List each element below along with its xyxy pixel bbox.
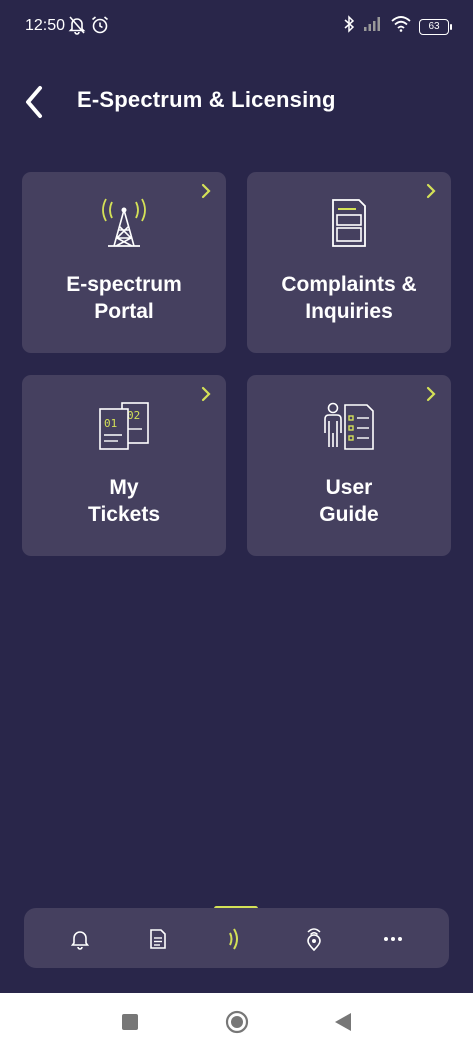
user-guide-icon — [324, 402, 374, 450]
battery-icon: 63 — [419, 18, 452, 35]
status-time: 12:50 — [25, 17, 66, 34]
more-icon — [384, 937, 402, 941]
header: E-Spectrum & Licensing — [0, 72, 473, 132]
home-circle-icon — [225, 1010, 249, 1034]
home-button[interactable] — [225, 1010, 249, 1034]
bell-icon — [70, 931, 90, 950]
tickets-icon: 02 01 — [99, 402, 149, 450]
chevron-right-icon — [426, 183, 436, 199]
chevron-right-icon — [201, 386, 211, 402]
location-signal-icon — [307, 928, 321, 952]
my-tickets-card[interactable]: 02 01 My Tickets — [22, 375, 226, 556]
recents-button[interactable] — [118, 1010, 142, 1034]
document-icon — [332, 199, 366, 247]
system-nav-bar — [0, 993, 473, 1050]
card-label-line2: Portal — [94, 300, 154, 323]
svg-text:01: 01 — [104, 417, 117, 430]
signal-icon — [363, 16, 383, 37]
bottom-nav — [24, 908, 449, 968]
signal-wave-icon — [229, 928, 238, 950]
system-back-button[interactable] — [331, 1010, 355, 1034]
card-label-line1: E-spectrum — [66, 273, 182, 296]
card-label-line1: My — [109, 476, 139, 499]
alarm-icon — [90, 15, 110, 40]
card-label-line2: Guide — [319, 503, 379, 526]
card-label-line1: Complaints & — [281, 273, 417, 296]
radio-tower-icon — [102, 198, 146, 247]
chevron-left-icon — [26, 86, 42, 118]
chevron-right-icon — [201, 183, 211, 199]
document-icon — [150, 929, 166, 949]
back-triangle-icon — [335, 1013, 351, 1031]
nav-spectrum[interactable] — [221, 924, 251, 954]
chevron-right-icon — [426, 386, 436, 402]
status-bar: 12:50 63 — [0, 0, 473, 54]
svg-text:02: 02 — [127, 409, 140, 422]
nav-notifications[interactable] — [65, 924, 95, 954]
bluetooth-icon — [343, 15, 355, 38]
user-guide-card[interactable]: User Guide — [247, 375, 451, 556]
card-label-line2: Inquiries — [305, 300, 393, 323]
wifi-icon — [391, 16, 411, 37]
complaints-inquiries-card[interactable]: Complaints & Inquiries — [247, 172, 451, 353]
back-button[interactable] — [18, 82, 54, 122]
card-label-line1: User — [325, 476, 373, 499]
e-spectrum-portal-card[interactable]: E-spectrum Portal — [22, 172, 226, 353]
card-label-line2: Tickets — [88, 503, 160, 526]
recents-square-icon — [122, 1014, 138, 1030]
nav-location[interactable] — [299, 924, 329, 954]
page-title: E-Spectrum & Licensing — [77, 87, 336, 112]
nav-more[interactable] — [378, 924, 408, 954]
notifications-off-icon — [68, 15, 86, 40]
nav-documents[interactable] — [143, 924, 173, 954]
